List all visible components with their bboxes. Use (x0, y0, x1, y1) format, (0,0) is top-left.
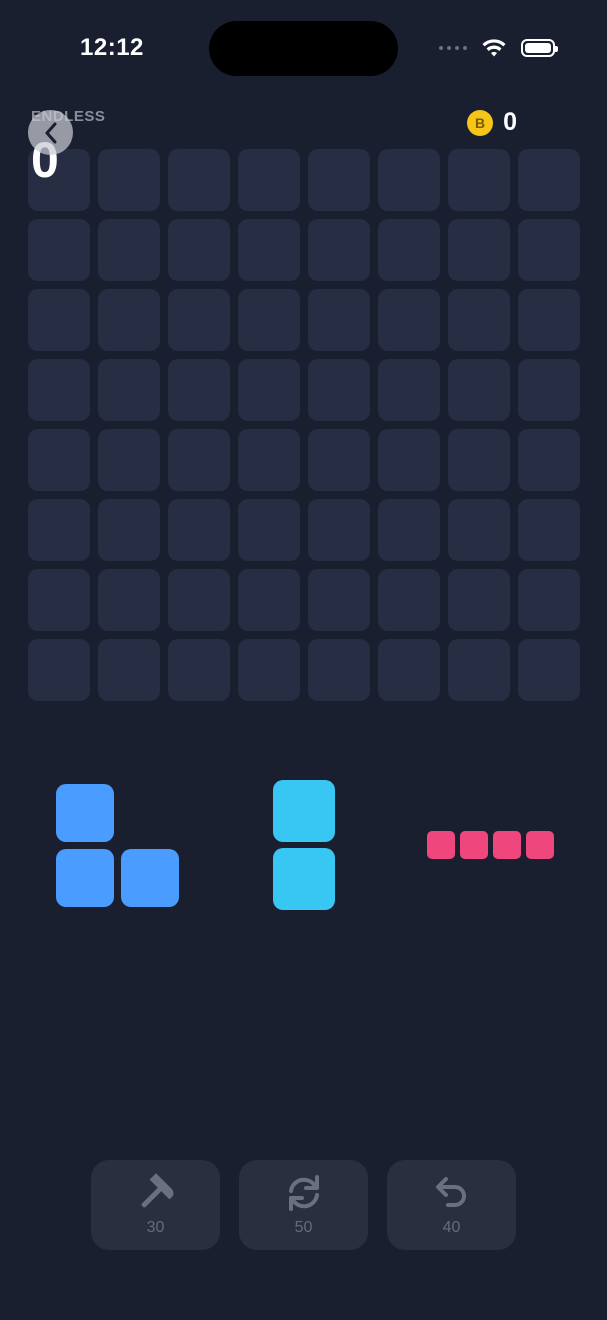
piece-horizontal-i4[interactable] (427, 831, 554, 859)
board-cell[interactable] (378, 359, 440, 421)
board-cell[interactable] (378, 569, 440, 631)
refresh-count: 50 (294, 1219, 313, 1236)
board-cell[interactable] (378, 149, 440, 211)
board-cell[interactable] (168, 429, 230, 491)
board-cell[interactable] (448, 639, 510, 701)
wifi-icon (482, 39, 506, 57)
board-cell[interactable] (448, 359, 510, 421)
piece-block (460, 831, 488, 859)
board-cell[interactable] (168, 149, 230, 211)
powerup-bar: 30 50 40 (91, 1160, 516, 1250)
hammer-powerup-button[interactable]: 30 (91, 1160, 220, 1250)
board-cell[interactable] (518, 569, 580, 631)
board-cell[interactable] (98, 149, 160, 211)
status-time: 12:12 (80, 34, 144, 61)
board-cell[interactable] (168, 639, 230, 701)
piece-block (427, 831, 455, 859)
board-cell[interactable] (448, 149, 510, 211)
undo-powerup-button[interactable]: 40 (387, 1160, 516, 1250)
coin-icon: B (467, 109, 494, 136)
board-cell[interactable] (518, 359, 580, 421)
board-cell[interactable] (238, 289, 300, 351)
board-cell[interactable] (518, 219, 580, 281)
board-cell[interactable] (308, 499, 370, 561)
board-cell[interactable] (378, 289, 440, 351)
game-board[interactable] (28, 149, 580, 701)
board-cell[interactable] (518, 499, 580, 561)
board-cell[interactable] (308, 149, 370, 211)
board-cell[interactable] (168, 499, 230, 561)
board-cell[interactable] (98, 359, 160, 421)
board-cell[interactable] (378, 429, 440, 491)
piece-vertical-domino[interactable] (273, 780, 335, 910)
board-cell[interactable] (518, 289, 580, 351)
status-icons (439, 38, 558, 58)
board-cell[interactable] (308, 639, 370, 701)
board-cell[interactable] (238, 219, 300, 281)
board-cell[interactable] (378, 219, 440, 281)
board-cell[interactable] (28, 289, 90, 351)
coin-balance: B 0 (467, 108, 517, 137)
board-cell[interactable] (378, 639, 440, 701)
piece-block (56, 849, 114, 907)
board-cell[interactable] (238, 499, 300, 561)
piece-block (121, 849, 179, 907)
board-cell[interactable] (98, 639, 160, 701)
board-cell[interactable] (308, 429, 370, 491)
board-cell[interactable] (308, 569, 370, 631)
piece-block (526, 831, 554, 859)
board-cell[interactable] (28, 219, 90, 281)
undo-count: 40 (442, 1219, 461, 1236)
board-cell[interactable] (98, 219, 160, 281)
board-cell[interactable] (28, 359, 90, 421)
board-cell[interactable] (448, 499, 510, 561)
board-cell[interactable] (168, 359, 230, 421)
piece-block (56, 784, 114, 842)
refresh-powerup-button[interactable]: 50 (239, 1160, 368, 1250)
refresh-icon (288, 1175, 319, 1211)
piece-block (273, 780, 335, 842)
board-cell[interactable] (28, 429, 90, 491)
board-cell[interactable] (238, 639, 300, 701)
board-cell[interactable] (28, 569, 90, 631)
board-cell[interactable] (378, 499, 440, 561)
board-cell[interactable] (238, 569, 300, 631)
board-cell[interactable] (308, 359, 370, 421)
piece-block (273, 848, 335, 910)
board-cell[interactable] (98, 499, 160, 561)
board-cell[interactable] (308, 289, 370, 351)
board-cell[interactable] (28, 639, 90, 701)
battery-icon (521, 39, 558, 57)
board-cell[interactable] (28, 499, 90, 561)
board-cell[interactable] (168, 569, 230, 631)
piece-block (493, 831, 521, 859)
board-cell[interactable] (518, 149, 580, 211)
board-cell[interactable] (238, 149, 300, 211)
board-cell[interactable] (518, 429, 580, 491)
hammer-icon (141, 1173, 173, 1208)
board-cell[interactable] (168, 219, 230, 281)
board-cell[interactable] (238, 359, 300, 421)
board-cell[interactable] (308, 219, 370, 281)
board-cell[interactable] (98, 429, 160, 491)
undo-icon (435, 1177, 466, 1207)
dynamic-island (209, 21, 398, 76)
cellular-signal-icon (439, 46, 467, 50)
board-cell[interactable] (448, 569, 510, 631)
hammer-count: 30 (146, 1219, 165, 1236)
board-cell[interactable] (168, 289, 230, 351)
board-cell[interactable] (448, 219, 510, 281)
board-cell[interactable] (98, 569, 160, 631)
piece-l-tromino[interactable] (56, 784, 179, 907)
board-cell[interactable] (518, 639, 580, 701)
board-cell[interactable] (448, 429, 510, 491)
board-cell[interactable] (238, 429, 300, 491)
coin-count: 0 (503, 108, 517, 136)
board-cell[interactable] (448, 289, 510, 351)
chevron-left-icon (45, 122, 56, 143)
back-button[interactable] (28, 110, 73, 155)
board-cell[interactable] (98, 289, 160, 351)
